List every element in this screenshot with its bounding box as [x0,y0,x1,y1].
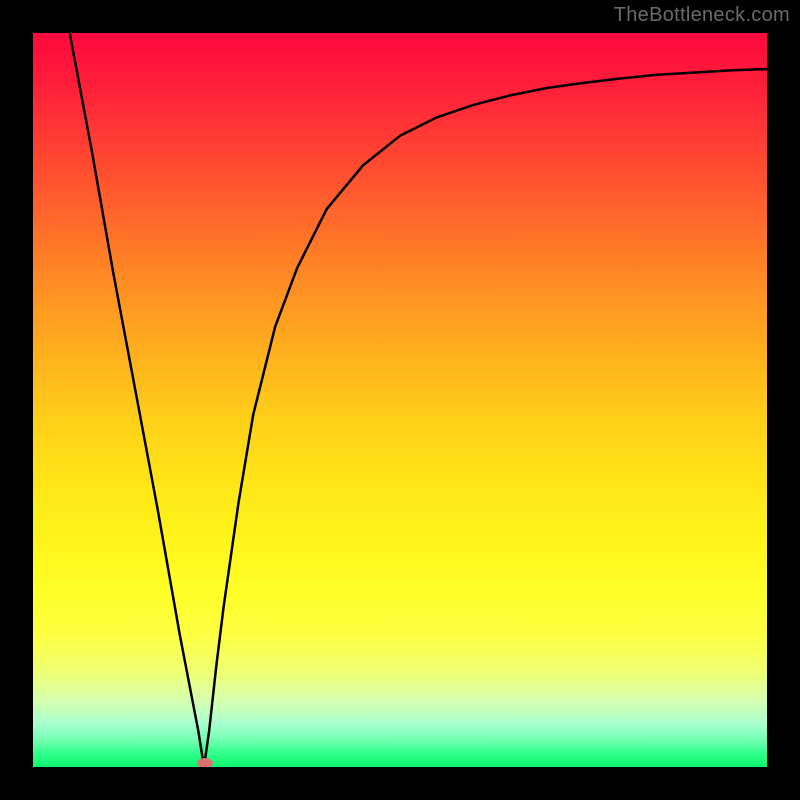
optimal-point-marker [197,758,213,767]
chart-frame: TheBottleneck.com [0,0,800,800]
bottleneck-curve [33,33,767,767]
watermark-text: TheBottleneck.com [614,4,790,27]
plot-area [33,33,767,767]
